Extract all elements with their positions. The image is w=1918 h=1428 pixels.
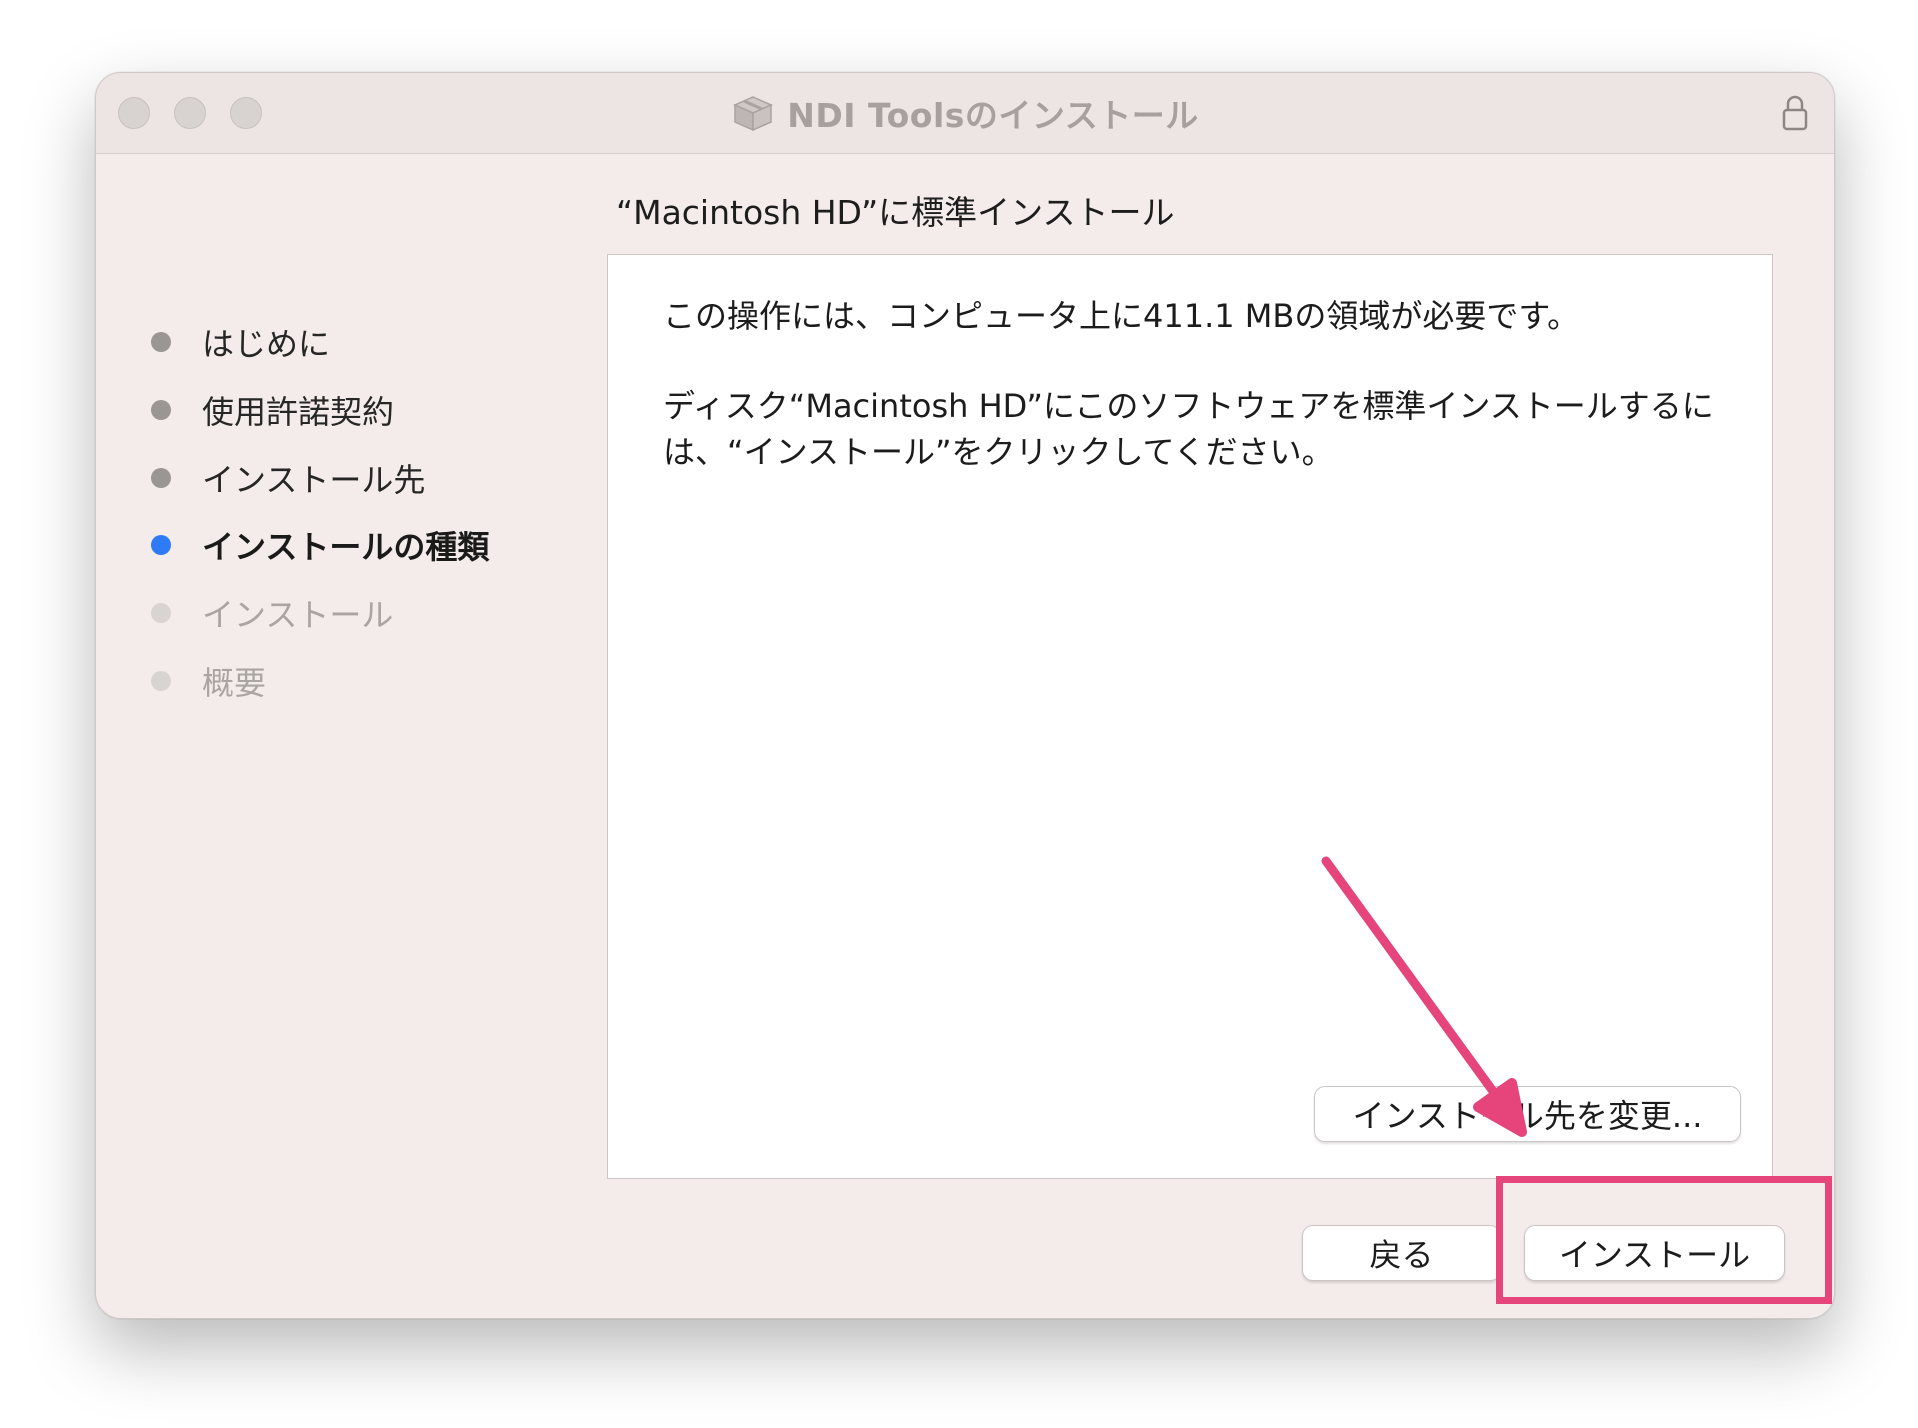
step-license: 使用許諾契約 <box>151 386 394 434</box>
install-instruction-text: ディスク“Macintosh HD”にこのソフトウェアを標準インストールするには… <box>663 387 1714 471</box>
step-introduction: はじめに <box>151 318 330 366</box>
step-label: 使用許諾契約 <box>202 393 395 431</box>
window-title: NDI Toolsのインストール <box>787 96 1199 135</box>
space-required-text: この操作には、コンピュータ上に411.1 MBの領域が必要です。 <box>663 297 1580 335</box>
step-indicator <box>151 468 171 488</box>
step-indicator <box>151 400 171 420</box>
content-panel: この操作には、コンピュータ上に411.1 MBの領域が必要です。 ディスク“Ma… <box>607 254 1773 1179</box>
step-destination: インストール先 <box>151 454 425 502</box>
step-install-type: インストールの種類 <box>151 521 489 569</box>
step-summary: 概要 <box>151 657 266 705</box>
change-install-location-button[interactable]: インストール先を変更... <box>1314 1086 1741 1142</box>
page-title: “Macintosh HD”に標準インストール <box>616 193 1175 232</box>
step-label: 概要 <box>202 664 267 702</box>
step-indicator <box>151 332 171 352</box>
title-bar: NDI Toolsのインストール <box>96 73 1834 154</box>
lock-icon[interactable] <box>1780 93 1810 133</box>
install-highlight-annotation <box>1496 1176 1832 1304</box>
step-label: インストールの種類 <box>202 528 490 566</box>
step-indicator <box>151 603 171 623</box>
window-title-group: NDI Toolsのインストール <box>96 91 1834 135</box>
package-icon <box>733 96 774 132</box>
step-indicator <box>151 671 171 691</box>
step-installation: インストール <box>151 589 393 637</box>
step-label: インストール <box>202 596 394 634</box>
screenshot-stage: NDI Toolsのインストール “Macintosh HD”に標準インストール… <box>0 0 1918 1428</box>
back-button[interactable]: 戻る <box>1302 1225 1501 1281</box>
step-label: はじめに <box>202 325 331 363</box>
step-label: インストール先 <box>202 461 426 499</box>
installer-window: NDI Toolsのインストール “Macintosh HD”に標準インストール… <box>95 72 1835 1319</box>
step-indicator <box>151 535 171 555</box>
